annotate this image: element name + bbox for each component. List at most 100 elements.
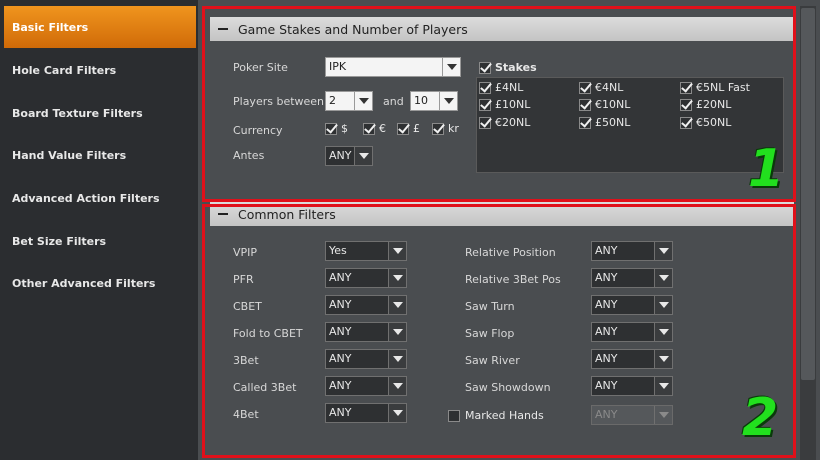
cbet-select[interactable]: ANY bbox=[325, 295, 407, 315]
common-filters-header[interactable]: Common Filters bbox=[210, 202, 794, 226]
sidebar-item-hand-value-filters[interactable]: Hand Value Filters bbox=[4, 134, 196, 176]
chevron-down-icon[interactable] bbox=[354, 147, 372, 165]
poker-site-label: Poker Site bbox=[233, 61, 288, 74]
sidebar-item-board-texture-filters[interactable]: Board Texture Filters bbox=[4, 92, 196, 134]
check-icon bbox=[325, 122, 337, 135]
relative-position-label: Relative Position bbox=[465, 246, 556, 259]
stake-checkbox[interactable]: £4NL bbox=[479, 81, 523, 94]
chevron-down-icon[interactable] bbox=[654, 242, 672, 260]
saw-turn-label: Saw Turn bbox=[465, 300, 515, 313]
saw-showdown-label: Saw Showdown bbox=[465, 381, 551, 394]
check-icon bbox=[397, 122, 409, 135]
stake-checkbox[interactable]: €20NL bbox=[479, 116, 530, 129]
check-icon bbox=[479, 116, 491, 129]
currency-gbp-checkbox[interactable]: £ bbox=[397, 122, 420, 135]
marked-hands-checkbox[interactable]: Marked Hands bbox=[448, 409, 544, 422]
pfr-select[interactable]: ANY bbox=[325, 268, 407, 288]
common-filters-title: Common Filters bbox=[238, 206, 336, 222]
sidebar: Basic Filters Hole Card Filters Board Te… bbox=[0, 0, 198, 460]
relative-3bet-pos-label: Relative 3Bet Pos bbox=[465, 273, 561, 286]
chevron-down-icon[interactable] bbox=[388, 269, 406, 287]
sidebar-item-advanced-action-filters[interactable]: Advanced Action Filters bbox=[4, 177, 196, 219]
chevron-down-icon[interactable] bbox=[388, 242, 406, 260]
stakes-all-checkbox[interactable]: Stakes bbox=[479, 61, 537, 74]
stake-checkbox[interactable]: €50NL bbox=[680, 116, 731, 129]
check-icon bbox=[363, 122, 375, 135]
collapse-icon[interactable] bbox=[218, 213, 228, 215]
chevron-down-icon[interactable] bbox=[388, 296, 406, 314]
stake-checkbox[interactable]: £20NL bbox=[680, 98, 731, 111]
game-stakes-title: Game Stakes and Number of Players bbox=[238, 21, 468, 37]
chevron-down-icon[interactable] bbox=[388, 350, 406, 368]
check-icon bbox=[680, 98, 692, 111]
marked-hands-select[interactable]: ANY bbox=[591, 405, 673, 425]
annotation-number-2: 2 bbox=[742, 388, 779, 448]
sidebar-item-basic-filters[interactable]: Basic Filters bbox=[4, 6, 196, 48]
3bet-select[interactable]: ANY bbox=[325, 349, 407, 369]
stake-checkbox[interactable]: £50NL bbox=[579, 116, 630, 129]
antes-select[interactable]: ANY bbox=[325, 146, 373, 166]
annotation-number-1: 1 bbox=[748, 139, 785, 199]
chevron-down-icon[interactable] bbox=[654, 296, 672, 314]
sidebar-item-hole-card-filters[interactable]: Hole Card Filters bbox=[4, 49, 196, 91]
check-icon bbox=[579, 116, 591, 129]
scrollbar-thumb[interactable] bbox=[801, 8, 815, 380]
fold-to-cbet-select[interactable]: ANY bbox=[325, 322, 407, 342]
check-icon bbox=[479, 81, 491, 94]
check-icon bbox=[579, 98, 591, 111]
stake-checkbox[interactable]: €5NL Fast bbox=[680, 81, 750, 94]
saw-turn-select[interactable]: ANY bbox=[591, 295, 673, 315]
chevron-down-icon[interactable] bbox=[439, 92, 457, 110]
check-icon bbox=[680, 81, 692, 94]
game-stakes-header[interactable]: Game Stakes and Number of Players bbox=[210, 17, 794, 41]
saw-river-select[interactable]: ANY bbox=[591, 349, 673, 369]
4bet-select[interactable]: ANY bbox=[325, 403, 407, 423]
check-icon bbox=[680, 116, 692, 129]
cbet-label: CBET bbox=[233, 300, 262, 313]
vpip-label: VPIP bbox=[233, 246, 258, 259]
sidebar-item-bet-size-filters[interactable]: Bet Size Filters bbox=[4, 220, 196, 262]
saw-river-label: Saw River bbox=[465, 354, 520, 367]
stake-checkbox[interactable]: €10NL bbox=[579, 98, 630, 111]
chevron-down-icon[interactable] bbox=[654, 377, 672, 395]
currency-label: Currency bbox=[233, 124, 283, 137]
chevron-down-icon[interactable] bbox=[388, 323, 406, 341]
vpip-select[interactable]: Yes bbox=[325, 241, 407, 261]
check-icon bbox=[479, 61, 491, 74]
saw-flop-select[interactable]: ANY bbox=[591, 322, 673, 342]
chevron-down-icon[interactable] bbox=[654, 350, 672, 368]
currency-kr-checkbox[interactable]: kr bbox=[432, 122, 459, 135]
relative-position-select[interactable]: ANY bbox=[591, 241, 673, 261]
check-icon bbox=[579, 81, 591, 94]
sidebar-item-other-advanced-filters[interactable]: Other Advanced Filters bbox=[4, 262, 196, 304]
4bet-label: 4Bet bbox=[233, 408, 259, 421]
currency-usd-checkbox[interactable]: $ bbox=[325, 122, 348, 135]
chevron-down-icon[interactable] bbox=[654, 269, 672, 287]
chevron-down-icon bbox=[654, 406, 672, 424]
relative-3bet-pos-select[interactable]: ANY bbox=[591, 268, 673, 288]
poker-site-select[interactable]: IPK bbox=[325, 57, 461, 77]
called-3bet-select[interactable]: ANY bbox=[325, 376, 407, 396]
saw-flop-label: Saw Flop bbox=[465, 327, 515, 340]
currency-eur-checkbox[interactable]: € bbox=[363, 122, 386, 135]
chevron-down-icon[interactable] bbox=[442, 58, 460, 76]
check-icon bbox=[432, 122, 444, 135]
chevron-down-icon[interactable] bbox=[654, 323, 672, 341]
pfr-label: PFR bbox=[233, 273, 254, 286]
called-3bet-label: Called 3Bet bbox=[233, 381, 297, 394]
chevron-down-icon[interactable] bbox=[388, 404, 406, 422]
stake-checkbox[interactable]: £10NL bbox=[479, 98, 530, 111]
players-between-label: Players between bbox=[233, 95, 325, 108]
saw-showdown-select[interactable]: ANY bbox=[591, 376, 673, 396]
3bet-label: 3Bet bbox=[233, 354, 259, 367]
players-and-label: and bbox=[383, 95, 404, 108]
chevron-down-icon[interactable] bbox=[354, 92, 372, 110]
players-min-select[interactable]: 2 bbox=[325, 91, 373, 111]
check-icon bbox=[479, 98, 491, 111]
collapse-icon[interactable] bbox=[218, 28, 228, 30]
stake-checkbox[interactable]: €4NL bbox=[579, 81, 623, 94]
chevron-down-icon[interactable] bbox=[388, 377, 406, 395]
fold-to-cbet-label: Fold to CBET bbox=[233, 327, 303, 340]
players-max-select[interactable]: 10 bbox=[410, 91, 458, 111]
antes-label: Antes bbox=[233, 149, 265, 162]
